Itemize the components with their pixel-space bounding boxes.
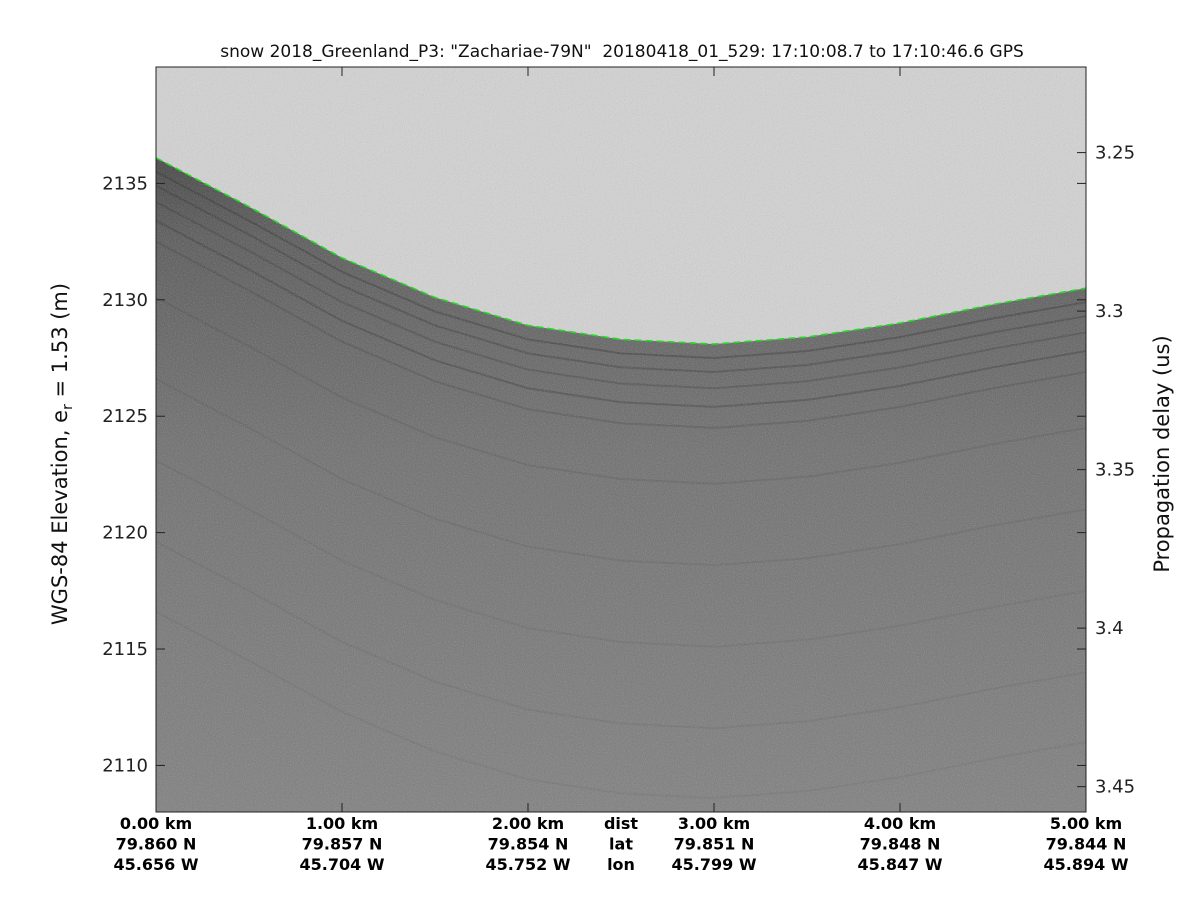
y-tick-label-left: 2125 xyxy=(102,406,148,427)
x-row-label-lon: lon xyxy=(607,855,635,874)
x-tick-label-lon: 45.752 W xyxy=(486,855,571,874)
y-tick-label-right: 3.35 xyxy=(1095,460,1135,481)
x-tick-label-dist: 0.00 km xyxy=(120,814,192,833)
x-tick-label-lon: 45.799 W xyxy=(672,855,757,874)
x-tick-label-lat: 79.854 N xyxy=(488,835,569,854)
x-tick-label-lon: 45.847 W xyxy=(858,855,943,874)
y-tick-label-left: 2120 xyxy=(102,523,148,544)
plot-area: 2110 2115 2120 2125 2130 2135 3.25 3.3 3.35 3.4 3… xyxy=(102,66,1135,874)
y-tick-label-right: 3.3 xyxy=(1095,301,1124,322)
x-row-label-lat: lat xyxy=(609,835,633,854)
x-tick-label-lon: 45.704 W xyxy=(300,855,385,874)
x-tick-label-lat: 79.860 N xyxy=(116,835,197,854)
speckle-noise xyxy=(156,67,1086,812)
y-tick-label-left: 2135 xyxy=(102,173,148,194)
y-tick-label-left: 2110 xyxy=(102,755,148,776)
y-tick-label-left: 2130 xyxy=(102,290,148,311)
x-tick-label-dist: 3.00 km xyxy=(678,814,750,833)
x-tick-label-lat: 79.857 N xyxy=(302,835,383,854)
x-tick-label-lon: 45.894 W xyxy=(1044,855,1129,874)
y-tick-label-right: 3.4 xyxy=(1095,618,1124,639)
x-tick-label-lat: 79.848 N xyxy=(860,835,941,854)
x-tick-label-dist: 5.00 km xyxy=(1050,814,1122,833)
x-tick-label-lon: 45.656 W xyxy=(114,855,199,874)
x-row-label-dist: dist xyxy=(604,814,638,833)
x-tick-label-dist: 2.00 km xyxy=(492,814,564,833)
x-tick-label-dist: 1.00 km xyxy=(306,814,378,833)
x-tick-label-dist: 4.00 km xyxy=(864,814,936,833)
x-tick-label-lat: 79.844 N xyxy=(1046,835,1127,854)
y-tick-label-left: 2115 xyxy=(102,639,148,660)
echogram-figure: snow 2018_Greenland_P3: "Zachariae-79N" … xyxy=(0,0,1200,900)
y-tick-label-right: 3.25 xyxy=(1095,143,1135,164)
x-tick-label-lat: 79.851 N xyxy=(674,835,755,854)
y-tick-label-right: 3.45 xyxy=(1095,777,1135,798)
